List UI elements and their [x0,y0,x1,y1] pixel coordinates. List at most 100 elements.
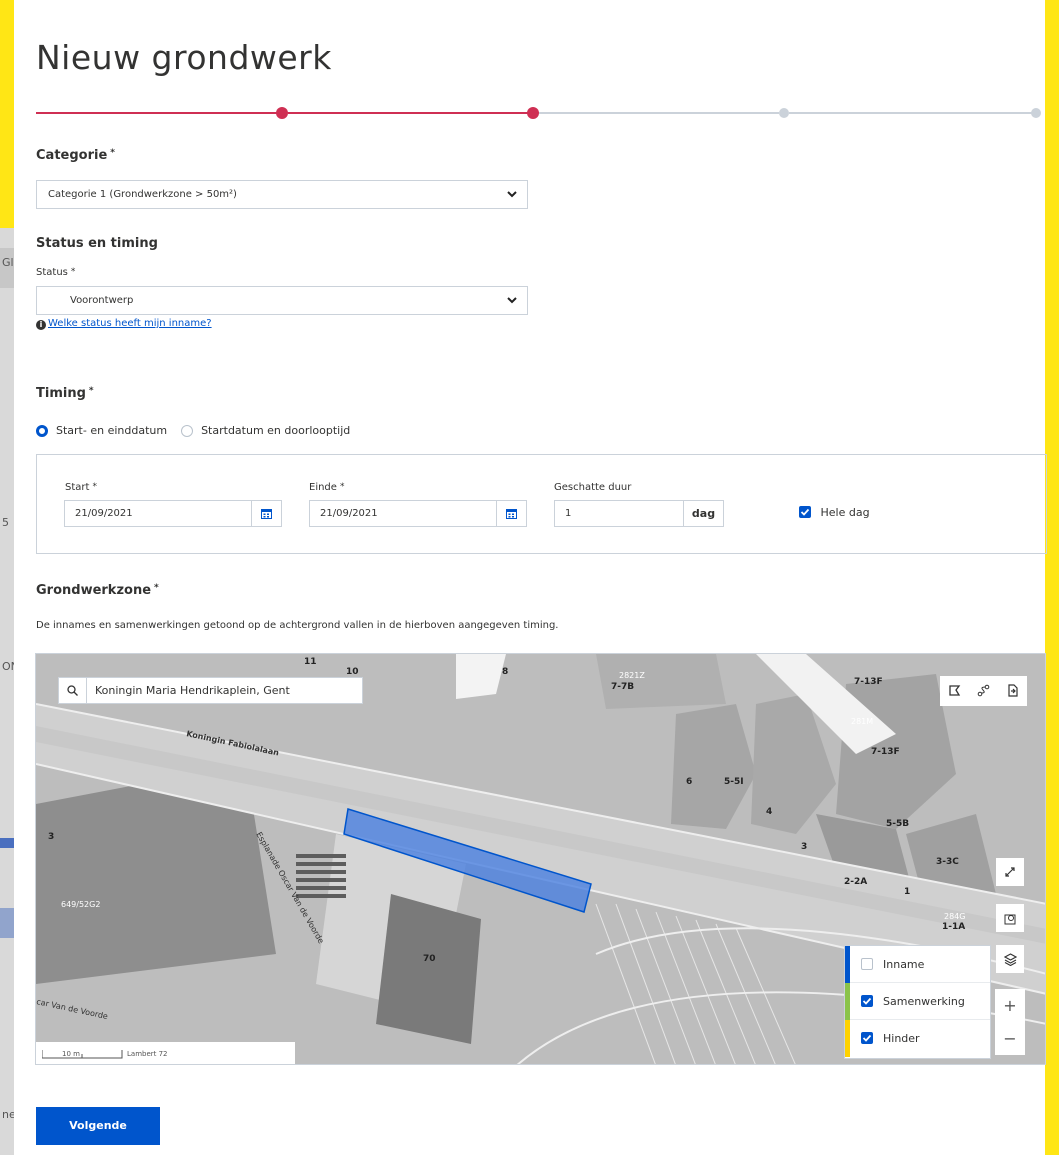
background-text: 5 [2,516,9,529]
zone-description: De innames en samenwerkingen getoond op … [36,620,559,631]
svg-text:2-2A: 2-2A [844,877,867,887]
stepper-line-todo [539,112,779,114]
import-file-icon[interactable] [1006,682,1019,701]
layer-legend: Inname Samenwerking Hinder [844,945,991,1059]
end-date-value: 21/09/2021 [320,508,378,519]
layer-label: Hinder [883,1032,920,1045]
svg-text:10: 10 [346,667,359,677]
zone-heading: Grondwerkzone * [36,583,159,598]
search-icon [59,678,87,703]
categorie-select-value: Categorie 1 (Grondwerkzone > 50m²) [48,189,237,200]
layer-color-bar [845,946,850,983]
layer-label: Samenwerking [883,995,965,1008]
layers-icon[interactable] [996,945,1024,973]
draw-route-icon[interactable] [977,682,990,701]
zoom-out-button[interactable]: − [995,1022,1025,1055]
checkbox-checked-icon[interactable] [861,1032,873,1044]
duration-value: 1 [565,508,572,519]
svg-text:7-13F: 7-13F [854,677,883,687]
info-icon: i [36,320,46,330]
svg-text:1-1A: 1-1A [942,922,965,932]
zoom-controls: + − [995,989,1025,1055]
svg-text:7-13F: 7-13F [871,747,900,757]
svg-text:8: 8 [502,667,508,677]
map-drawing-tools [940,676,1027,706]
svg-text:3-3C: 3-3C [936,857,959,867]
map-scalebar: 10 m Lambert 72 [36,1042,295,1064]
new-groundwork-panel: Nieuw grondwerk Categorie * Categorie 1 (… [14,0,1047,1155]
start-label: Start * [65,482,97,493]
chevron-down-icon [507,297,517,304]
svg-text:284G: 284G [944,912,965,921]
timing-heading: Timing * [36,386,94,401]
page-title: Nieuw grondwerk [36,38,332,77]
stepper-step-1 [276,107,288,119]
background-banner-edge [1045,0,1059,1155]
fullscreen-icon[interactable] [996,858,1024,886]
whole-day-label: Hele dag [820,506,870,519]
svg-text:5-5I: 5-5I [724,777,744,787]
svg-text:281M: 281M [851,717,873,726]
radio-start-end-label[interactable]: Start- en einddatum [56,424,167,437]
stepper-step-4 [1031,108,1041,118]
svg-text:3: 3 [801,842,807,852]
status-select[interactable]: Voorontwerp [36,286,528,315]
svg-text:70: 70 [423,954,436,964]
svg-text:5-5B: 5-5B [886,819,909,829]
background-text: ON [2,660,14,673]
next-button[interactable]: Volgende [36,1107,160,1145]
stepper-line-done [36,112,281,114]
layer-samenwerking[interactable]: Samenwerking [845,983,990,1020]
layer-color-bar [845,1020,850,1057]
duration-unit: dag [683,501,723,526]
categorie-heading: Categorie * [36,148,115,163]
svg-text:11: 11 [304,657,317,667]
start-date-field[interactable]: 21/09/2021 [64,500,282,527]
scale-label: 10 m [62,1050,80,1058]
categorie-select[interactable]: Categorie 1 (Grondwerkzone > 50m²) [36,180,528,209]
duration-label: Geschatte duur [554,482,632,493]
layer-inname[interactable]: Inname [845,946,990,983]
zoom-in-button[interactable]: + [995,989,1025,1022]
svg-text:7-7B: 7-7B [611,682,634,692]
map-search-field[interactable]: Koningin Maria Hendrikaplein, Gent [58,677,363,704]
svg-text:6: 6 [686,777,692,787]
status-label: Status * [36,267,76,278]
radio-start-duration-label[interactable]: Startdatum en doorlooptijd [201,424,350,437]
checkbox-unchecked-icon[interactable] [861,958,873,970]
background-text: ne [2,1108,14,1121]
draw-polygon-icon[interactable] [948,682,961,701]
map-search-value: Koningin Maria Hendrikaplein, Gent [95,684,290,697]
svg-text:4: 4 [766,807,772,817]
status-timing-heading: Status en timing [36,236,158,251]
svg-text:1: 1 [904,887,910,897]
chevron-down-icon [507,191,517,198]
projection-label: Lambert 72 [127,1050,168,1058]
radio-start-end[interactable] [36,424,48,437]
stepper-step-2 [527,107,539,119]
calendar-icon[interactable] [251,501,281,526]
status-select-value: Voorontwerp [70,295,134,306]
map-viewer[interactable]: 11 10 8 7-7B 7-13F 7-13F 6 5-5I 4 5-5B 3 3 2-2A 1… [35,653,1046,1065]
stepper-line-done [288,112,534,114]
locate-address-icon[interactable] [996,904,1024,932]
timing-fields-box: Start * 21/09/2021 Einde * 21/09/2021 Gesc… [36,454,1047,554]
radio-start-duration[interactable] [181,424,194,437]
layer-label: Inname [883,958,925,971]
background-map-strip: Gll ON 5 ne [0,228,14,1155]
layer-hinder[interactable]: Hinder [845,1020,990,1057]
svg-text:649/52G2: 649/52G2 [61,900,100,909]
checkbox-checked-icon[interactable] [799,506,811,518]
duration-field[interactable]: 1 dag [554,500,724,527]
status-help-link[interactable]: i Welke status heeft mijn inname? [36,318,212,330]
svg-text:2821Z: 2821Z [619,671,645,680]
checkbox-checked-icon[interactable] [861,995,873,1007]
background-text: Gll [2,256,14,269]
end-label: Einde * [309,482,345,493]
end-date-field[interactable]: 21/09/2021 [309,500,527,527]
start-date-value: 21/09/2021 [75,508,133,519]
svg-text:3: 3 [48,832,54,842]
whole-day-checkbox[interactable]: Hele dag [799,506,870,519]
stepper-line-todo [789,112,1032,114]
calendar-icon[interactable] [496,501,526,526]
